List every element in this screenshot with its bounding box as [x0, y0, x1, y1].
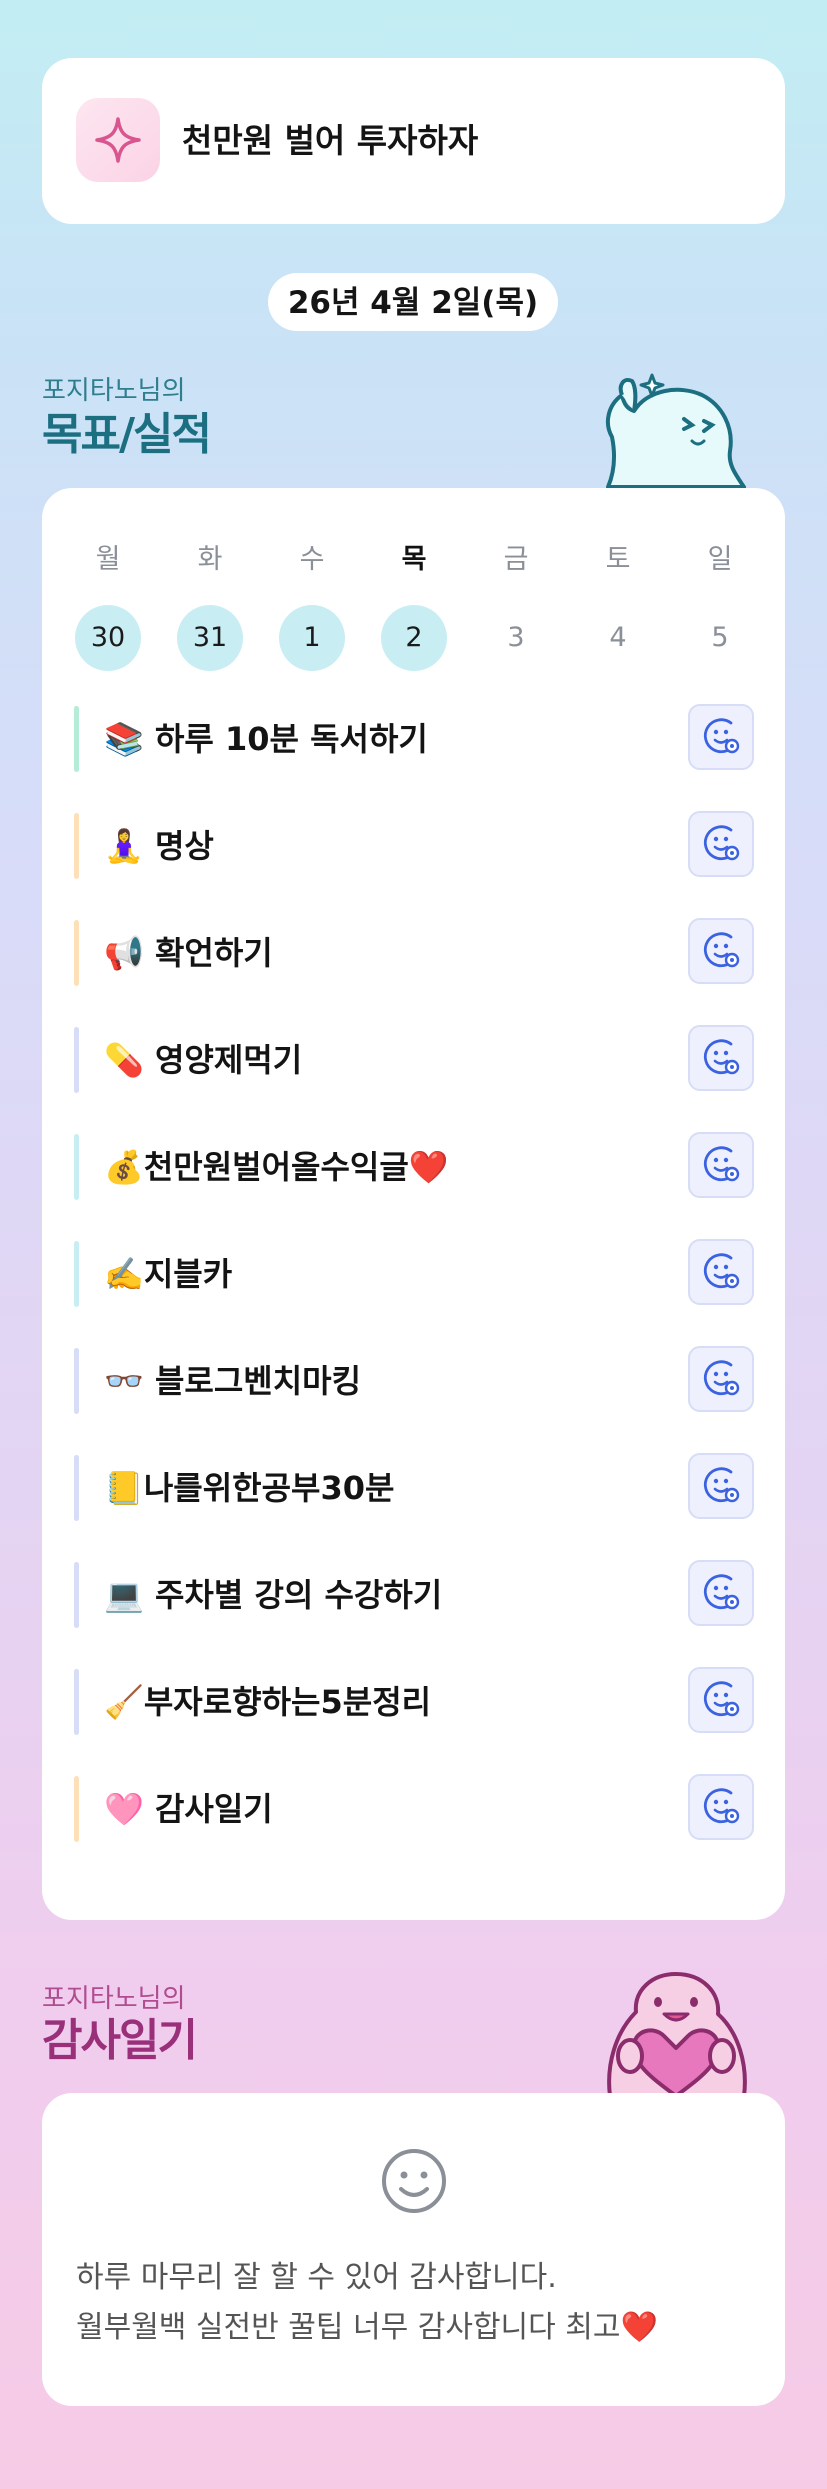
smiley-add-icon	[701, 822, 741, 866]
habit-label: ✍️지블카	[104, 1255, 233, 1293]
day-number: 31	[177, 605, 243, 671]
day-label: 화	[197, 544, 223, 575]
habit-accent-bar	[74, 1027, 79, 1093]
habit-label: 🧹부자로향하는5분정리	[104, 1683, 432, 1721]
thanks-section-title: 감사일기	[42, 2015, 198, 2066]
day-number: 1	[279, 605, 345, 671]
smiley-add-icon	[701, 1464, 741, 1508]
habit-row[interactable]: 🩷 감사일기	[74, 1774, 754, 1842]
habit-row[interactable]: 💻 주차별 강의 수강하기	[74, 1560, 754, 1628]
habit-check-button[interactable]	[688, 1453, 754, 1519]
habit-accent-bar	[74, 1776, 79, 1842]
date-pill[interactable]: 26년 4월 2일(목)	[268, 273, 558, 331]
habit-row[interactable]: 🧹부자로향하는5분정리	[74, 1667, 754, 1735]
habit-accent-bar	[74, 1455, 79, 1521]
goal-text: 천만원 벌어 투자하자	[182, 121, 479, 160]
habit-check-button[interactable]	[688, 1560, 754, 1626]
sparkle-star-icon	[76, 98, 160, 182]
habit-check-button[interactable]	[688, 1774, 754, 1840]
day-sun[interactable]: 일 5	[686, 540, 754, 671]
goals-section-title: 목표/실적	[42, 409, 212, 460]
habit-accent-bar	[74, 1562, 79, 1628]
habit-accent-bar	[74, 1348, 79, 1414]
smiley-icon	[380, 2147, 448, 2219]
habit-check-button[interactable]	[688, 918, 754, 984]
smiley-add-icon	[701, 1250, 741, 1294]
habit-row[interactable]: 📒나를위한공부30분	[74, 1453, 754, 1521]
thanks-line: 월부월백 실전반 꿀팁 너무 감사합니다 최고❤️	[76, 2310, 658, 2345]
day-fri[interactable]: 금 3	[482, 540, 550, 671]
habit-label: 💰천만원벌어올수익글❤️	[104, 1148, 449, 1186]
habit-check-button[interactable]	[688, 811, 754, 877]
habit-accent-bar	[74, 813, 79, 879]
day-label: 목	[401, 544, 427, 575]
thanks-line: 하루 마무리 잘 할 수 있어 감사합니다.	[76, 2260, 557, 2295]
habit-accent-bar	[74, 1241, 79, 1307]
habit-check-button[interactable]	[688, 704, 754, 770]
habit-check-button[interactable]	[688, 1132, 754, 1198]
smiley-add-icon	[701, 929, 741, 973]
thanks-text: 하루 마무리 잘 할 수 있어 감사합니다. 월부월백 실전반 꿀팁 너무 감사…	[76, 2253, 658, 2353]
day-label: 금	[503, 544, 529, 575]
habit-label: 💻 주차별 강의 수강하기	[104, 1576, 443, 1614]
habit-check-button[interactable]	[688, 1239, 754, 1305]
habit-check-button[interactable]	[688, 1667, 754, 1733]
day-number: 4	[609, 622, 627, 653]
day-number: 3	[507, 622, 525, 653]
habit-accent-bar	[74, 1134, 79, 1200]
habit-check-button[interactable]	[688, 1025, 754, 1091]
habit-label: 🧘‍♀️ 명상	[104, 827, 214, 865]
goals-card: 월 30 화 31 수 1 목 2 금 3 토 4 일 5 📚 하루 10분 독…	[42, 488, 785, 1920]
day-tue[interactable]: 화 31	[176, 540, 244, 671]
day-label: 수	[299, 544, 325, 575]
day-label: 월	[95, 544, 121, 575]
thanks-card[interactable]: 하루 마무리 잘 할 수 있어 감사합니다. 월부월백 실전반 꿀팁 너무 감사…	[42, 2093, 785, 2406]
habit-accent-bar	[74, 1669, 79, 1735]
mascot-heart-icon	[607, 1972, 747, 2096]
day-thu[interactable]: 목 2	[380, 540, 448, 671]
habit-row[interactable]: 🧘‍♀️ 명상	[74, 811, 754, 879]
habit-label: 📢 확언하기	[104, 934, 273, 972]
mascot-waving-icon	[605, 373, 746, 489]
smiley-add-icon	[701, 1571, 741, 1615]
day-number: 2	[381, 605, 447, 671]
smiley-add-icon	[701, 1036, 741, 1080]
smiley-add-icon	[701, 1785, 741, 1829]
habit-label: 🩷 감사일기	[104, 1790, 273, 1828]
habit-check-button[interactable]	[688, 1346, 754, 1412]
day-number: 30	[75, 605, 141, 671]
habit-row[interactable]: 👓 블로그벤치마킹	[74, 1346, 754, 1414]
habit-accent-bar	[74, 706, 79, 772]
day-sat[interactable]: 토 4	[584, 540, 652, 671]
habit-accent-bar	[74, 920, 79, 986]
smiley-add-icon	[701, 1357, 741, 1401]
goal-card[interactable]: 천만원 벌어 투자하자	[42, 58, 785, 224]
day-label: 토	[605, 544, 631, 575]
smiley-add-icon	[701, 715, 741, 759]
smiley-add-icon	[701, 1143, 741, 1187]
habit-row[interactable]: 📢 확언하기	[74, 918, 754, 986]
habit-row[interactable]: 📚 하루 10분 독서하기	[74, 704, 754, 772]
day-mon[interactable]: 월 30	[74, 540, 142, 671]
habit-label: 📚 하루 10분 독서하기	[104, 720, 428, 758]
habit-label: 📒나를위한공부30분	[104, 1469, 395, 1507]
day-number: 5	[711, 622, 729, 653]
day-label: 일	[707, 544, 733, 575]
habit-row[interactable]: ✍️지블카	[74, 1239, 754, 1307]
habit-label: 💊 영양제먹기	[104, 1041, 303, 1079]
smiley-add-icon	[701, 1678, 741, 1722]
habit-label: 👓 블로그벤치마킹	[104, 1362, 362, 1400]
day-wed[interactable]: 수 1	[278, 540, 346, 671]
habit-row[interactable]: 💊 영양제먹기	[74, 1025, 754, 1093]
habit-row[interactable]: 💰천만원벌어올수익글❤️	[74, 1132, 754, 1200]
